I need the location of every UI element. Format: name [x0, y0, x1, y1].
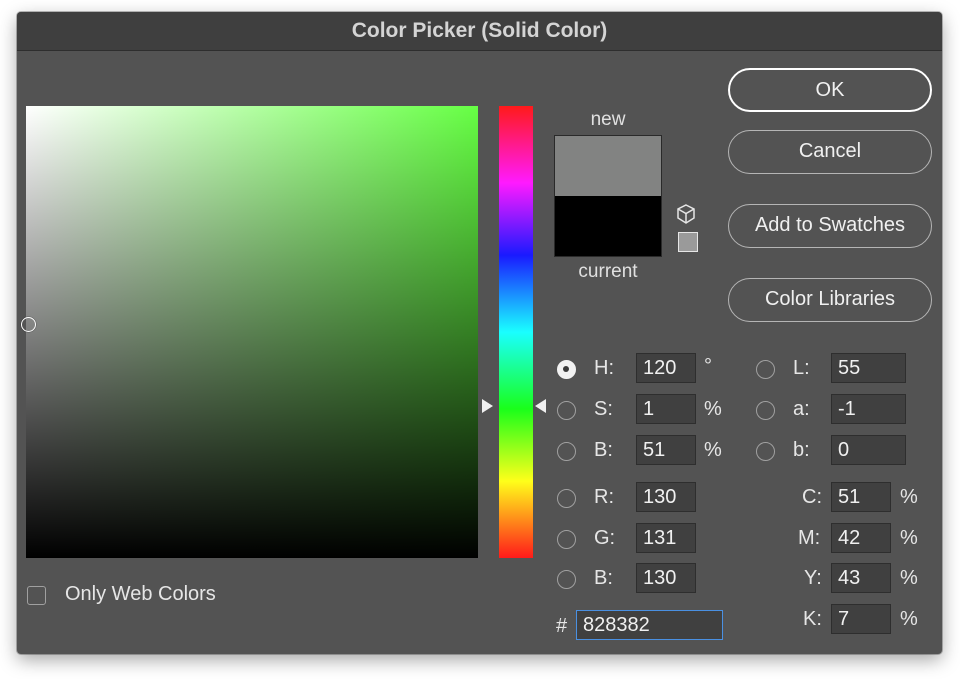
cyan-input[interactable]: 51	[831, 482, 891, 512]
blue-radio[interactable]	[557, 570, 576, 589]
add-to-swatches-button[interactable]: Add to Swatches	[728, 204, 932, 248]
color-picker-dialog: Color Picker (Solid Color) new current O…	[17, 12, 942, 654]
new-color-swatch	[555, 136, 661, 196]
yellow-label: Y:	[804, 567, 822, 589]
red-radio[interactable]	[557, 489, 576, 508]
color-libraries-button[interactable]: Color Libraries	[728, 278, 932, 322]
hex-label: #	[556, 615, 568, 637]
hex-input[interactable]: 828382	[576, 610, 723, 640]
red-input[interactable]: 130	[636, 482, 696, 512]
green-input[interactable]: 131	[636, 523, 696, 553]
green-label: G:	[594, 527, 616, 549]
yellow-input[interactable]: 43	[831, 563, 891, 593]
saturation-brightness-field[interactable]	[21, 106, 478, 558]
cancel-button[interactable]: Cancel	[728, 130, 932, 174]
magenta-input[interactable]: 42	[831, 523, 891, 553]
magenta-unit: %	[900, 527, 918, 549]
only-web-colors-label[interactable]: Only Web Colors	[65, 583, 216, 606]
a-channel-radio[interactable]	[756, 401, 775, 420]
black-label: K:	[803, 608, 822, 630]
only-web-colors-checkbox[interactable]	[27, 586, 46, 605]
degree-unit: °	[704, 355, 712, 377]
color-preview	[554, 135, 662, 257]
hue-input[interactable]: 120	[636, 353, 696, 383]
current-label: current	[578, 261, 638, 282]
hue-label: H:	[594, 357, 614, 379]
b-channel-input[interactable]: 0	[831, 435, 906, 465]
b-channel-label: b:	[793, 439, 810, 461]
brightness-radio[interactable]	[557, 442, 576, 461]
new-label: new	[590, 109, 626, 130]
magenta-label: M:	[798, 527, 821, 549]
brightness-label: B:	[594, 439, 613, 461]
window-title: Color Picker (Solid Color)	[17, 12, 942, 51]
hue-slider-left-handle-icon[interactable]	[482, 399, 493, 413]
current-color-swatch[interactable]	[555, 196, 661, 256]
cyan-label: C:	[802, 486, 822, 508]
saturation-unit: %	[704, 398, 722, 420]
lightness-label: L:	[793, 357, 810, 379]
black-input[interactable]: 7	[831, 604, 891, 634]
ok-button[interactable]: OK	[728, 68, 932, 112]
red-label: R:	[594, 486, 614, 508]
saturation-radio[interactable]	[557, 401, 576, 420]
green-radio[interactable]	[557, 530, 576, 549]
lightness-radio[interactable]	[756, 360, 775, 379]
hue-slider-right-handle-icon[interactable]	[535, 399, 546, 413]
lightness-input[interactable]: 55	[831, 353, 906, 383]
cyan-unit: %	[900, 486, 918, 508]
websafe-swatch-icon[interactable]	[678, 232, 698, 252]
brightness-input[interactable]: 51	[636, 435, 696, 465]
saturation-label: S:	[594, 398, 613, 420]
a-channel-input[interactable]: -1	[831, 394, 906, 424]
blue-label: B:	[594, 567, 613, 589]
cube-icon[interactable]	[677, 204, 695, 224]
a-channel-label: a:	[793, 398, 810, 420]
hue-slider[interactable]	[499, 106, 533, 558]
saturation-input[interactable]: 1	[636, 394, 696, 424]
brightness-unit: %	[704, 439, 722, 461]
blue-input[interactable]: 130	[636, 563, 696, 593]
b-channel-radio[interactable]	[756, 442, 775, 461]
black-unit: %	[900, 608, 918, 630]
color-field-marker[interactable]	[21, 317, 36, 332]
yellow-unit: %	[900, 567, 918, 589]
hue-radio[interactable]	[557, 360, 576, 379]
